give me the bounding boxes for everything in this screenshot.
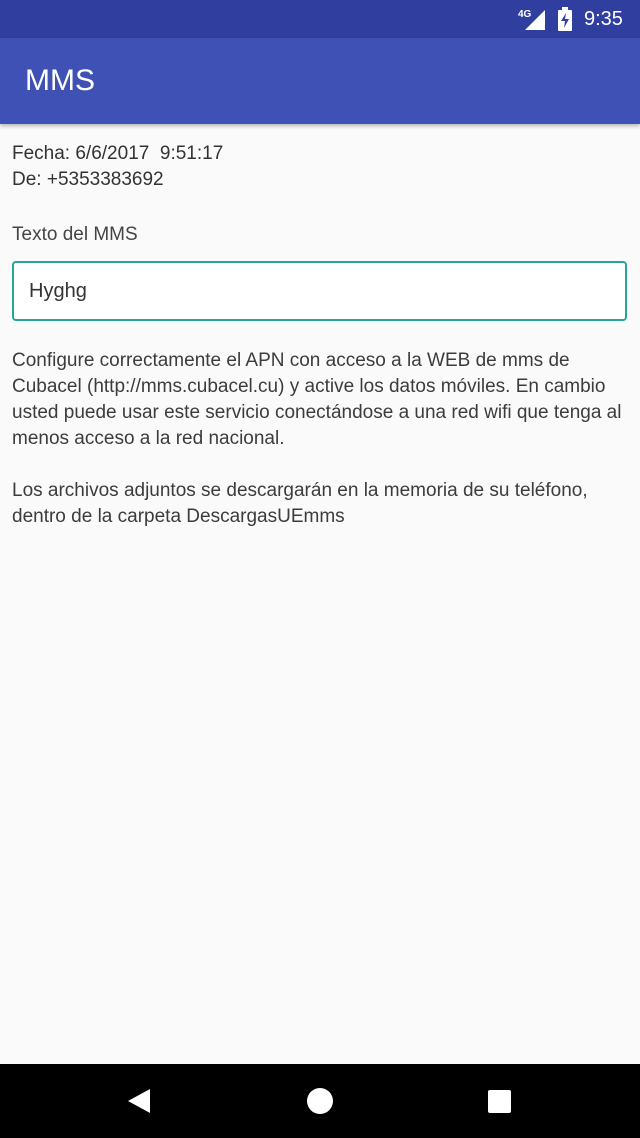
message-sender: De: +5353383692 [12, 169, 164, 190]
recents-icon[interactable] [482, 1084, 516, 1118]
attachments-info: Los archivos adjuntos se descargarán en … [12, 480, 588, 527]
app-bar: MMS [0, 38, 640, 124]
svg-text:4G: 4G [518, 9, 532, 20]
status-time: 9:35 [584, 8, 623, 30]
battery-charging-icon [558, 7, 572, 31]
navigation-bar [0, 1064, 640, 1138]
mms-text-value[interactable]: Hyghg [29, 278, 87, 304]
app-title: MMS [25, 64, 95, 97]
home-icon[interactable] [303, 1084, 337, 1118]
status-bar: 4G 9:35 [0, 0, 640, 38]
signal-4g-icon: 4G [518, 9, 545, 30]
mms-detail-content: Fecha: 6/6/2017 9:51:17 De: +5353383692 … [0, 124, 640, 1064]
message-date: Fecha: 6/6/2017 9:51:17 [12, 143, 224, 164]
mms-text-field[interactable]: Hyghg [12, 261, 627, 321]
back-icon[interactable] [122, 1084, 156, 1118]
mms-text-label: Texto del MMS [12, 224, 138, 245]
apn-instructions: Configure correctamente el APN con acces… [12, 350, 622, 449]
